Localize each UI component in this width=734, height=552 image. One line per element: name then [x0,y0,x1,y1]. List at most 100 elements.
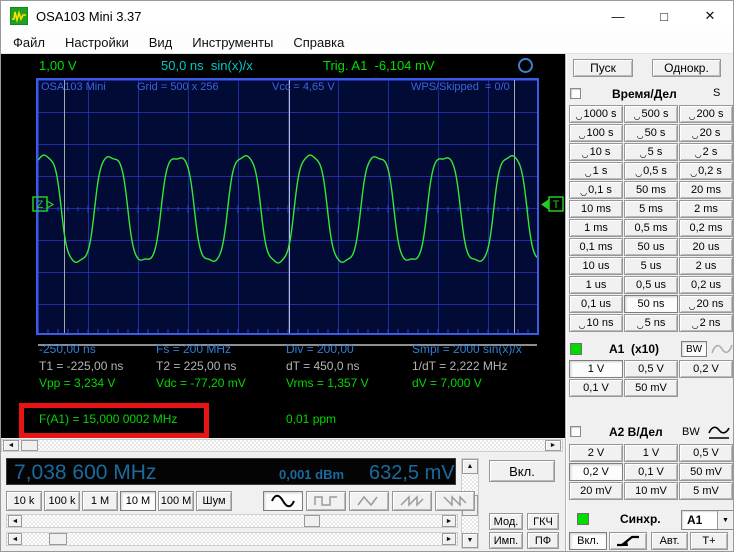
slider1-right-icon[interactable]: ► [442,515,456,527]
a2-coupling-icon[interactable] [707,425,731,440]
menu-item-2[interactable]: Вид [139,35,183,50]
power-slider[interactable]: ◄ ► [6,514,458,528]
timediv-02s[interactable]: ◡0,2 s [679,162,733,180]
triangle-wave-button[interactable] [349,491,389,511]
timediv-50us[interactable]: 50 us [624,238,678,256]
timediv-200s[interactable]: ◡200 s [679,105,733,123]
a1-bw-button[interactable]: BW [681,341,707,357]
single-shot-button[interactable]: Однокр. [652,59,721,77]
sawtooth-up-button[interactable] [392,491,432,511]
timediv-5s[interactable]: ◡5 s [624,143,678,161]
timediv-20ns[interactable]: ◡20 ns [679,295,733,313]
a1-05V[interactable]: 0,5 V [624,360,678,378]
scope-hscrollbar[interactable]: ◄ ► [1,439,563,452]
range-10M[interactable]: 10 M [120,491,156,511]
close-button[interactable]: ✕ [687,1,733,31]
zoom-indicator-icon[interactable] [518,58,533,73]
timediv-10us[interactable]: 10 us [569,257,623,275]
timediv-50ns[interactable]: 50 ns [624,295,678,313]
z-marker[interactable]: Z [32,196,56,213]
range-100M[interactable]: 100 M [158,491,194,511]
trigger-auto-button[interactable]: Авт. [651,532,688,550]
timediv-05ms[interactable]: 0,5 ms [624,219,678,237]
timediv-2s[interactable]: ◡2 s [679,143,733,161]
timediv-05s[interactable]: ◡0,5 s [624,162,678,180]
square-wave-button[interactable] [306,491,346,511]
timediv-5ns[interactable]: ◡5 ns [624,314,678,332]
a1-01V[interactable]: 0,1 V [569,379,623,397]
range-10k[interactable]: 10 k [6,491,42,511]
scroll-down-icon[interactable]: ▼ [462,533,478,548]
timediv-2ms[interactable]: 2 ms [679,200,733,218]
a2-20mV[interactable]: 20 mV [569,482,623,500]
timediv-01us[interactable]: 0,1 us [569,295,623,313]
a2-01V[interactable]: 0,1 V [624,463,678,481]
range-1M[interactable]: 1 M [82,491,118,511]
timediv-20ms[interactable]: 20 ms [679,181,733,199]
timediv-2us[interactable]: 2 us [679,257,733,275]
timediv-500s[interactable]: ◡500 s [624,105,678,123]
scope-display[interactable]: OSA103 Mini Grid = 500 x 256 Vcc = 4,65 … [36,78,539,335]
timediv-50ms[interactable]: 50 ms [624,181,678,199]
a2-checkbox[interactable] [570,426,581,437]
a2-05V[interactable]: 0,5 V [679,444,733,462]
run-button[interactable]: Пуск [573,59,633,77]
trigger-slope-button[interactable] [609,532,647,550]
timediv-1s[interactable]: ◡1 s [569,162,623,180]
timediv-5ms[interactable]: 5 ms [624,200,678,218]
timediv-02us[interactable]: 0,2 us [679,276,733,294]
a1-50mV[interactable]: 50 mV [624,379,678,397]
generator-enable-button[interactable]: Вкл. [489,460,555,482]
a2-50mV[interactable]: 50 mV [679,463,733,481]
timediv-01s[interactable]: ◡0,1 s [569,181,623,199]
a1-02V[interactable]: 0,2 V [679,360,733,378]
timediv-20s[interactable]: ◡20 s [679,124,733,142]
menu-item-3[interactable]: Инструменты [182,35,283,50]
sawtooth-down-button[interactable] [435,491,475,511]
a2-1V[interactable]: 1 V [624,444,678,462]
a2-bw-label[interactable]: BW [682,426,700,438]
menu-item-0[interactable]: Файл [3,35,55,50]
scroll-right-icon[interactable]: ► [545,440,561,451]
timediv-1ms[interactable]: 1 ms [569,219,623,237]
timediv-100s[interactable]: ◡100 s [569,124,623,142]
maximize-button[interactable]: □ [641,1,687,31]
scope-hscroll-thumb[interactable] [21,440,38,451]
range-100k[interactable]: 100 k [44,491,80,511]
range-Шум[interactable]: Шум [196,491,232,511]
scroll-left-icon[interactable]: ◄ [3,440,19,451]
a2-2V[interactable]: 2 V [569,444,623,462]
timediv-10ns[interactable]: ◡10 ns [569,314,623,332]
scroll-up-icon[interactable]: ▲ [462,459,478,474]
a2-02V[interactable]: 0,2 V [569,463,623,481]
pulse-button[interactable]: Имп. [489,532,523,549]
timediv-05us[interactable]: 0,5 us [624,276,678,294]
a1-coupling-icon[interactable] [711,343,733,355]
fine-tune-thumb[interactable] [49,533,67,545]
a1-1V[interactable]: 1 V [569,360,623,378]
fine-tune-slider[interactable]: ◄ ► [6,532,458,546]
a2-5mV[interactable]: 5 mV [679,482,733,500]
timediv-2ns[interactable]: ◡2 ns [679,314,733,332]
timediv-50s[interactable]: ◡50 s [624,124,678,142]
menu-item-4[interactable]: Справка [283,35,354,50]
a1-enabled-indicator[interactable] [570,343,582,355]
a2-10mV[interactable]: 10 mV [624,482,678,500]
chevron-down-icon[interactable]: ▼ [717,511,733,529]
power-slider-thumb[interactable] [304,515,320,527]
timediv-20us[interactable]: 20 us [679,238,733,256]
modulation-button[interactable]: Мод. [489,513,523,530]
bandpass-button[interactable]: ПФ [527,532,559,549]
timediv-10s[interactable]: ◡10 s [569,143,623,161]
t-marker[interactable]: T [540,196,564,213]
minimize-button[interactable]: — [595,1,641,31]
menu-item-1[interactable]: Настройки [55,35,139,50]
sine-wave-button[interactable] [263,491,303,511]
trigger-source-select[interactable]: A1 ▼ [681,510,734,530]
timediv-01ms[interactable]: 0,1 ms [569,238,623,256]
timediv-checkbox[interactable] [570,88,581,99]
slider2-right-icon[interactable]: ► [442,533,456,545]
timediv-10ms[interactable]: 10 ms [569,200,623,218]
timediv-1000s[interactable]: ◡1000 s [569,105,623,123]
trigger-enable-button[interactable]: Вкл. [569,532,607,550]
